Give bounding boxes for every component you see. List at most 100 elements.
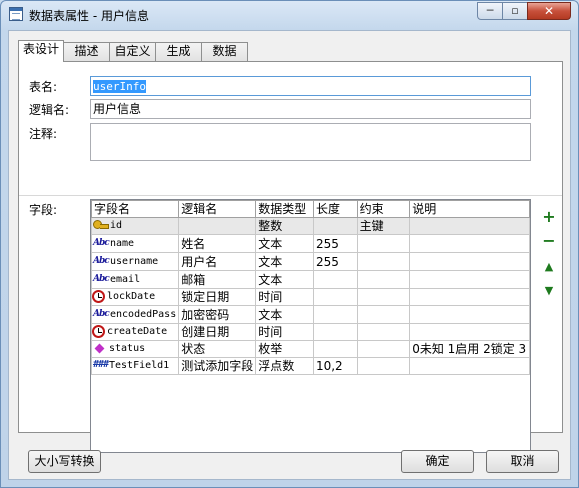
- table-row[interactable]: AbcencodedPass 加密密码 文本: [91, 305, 530, 324]
- table-row[interactable]: ###TestField1 测试添加字段 浮点数 10,2: [91, 357, 530, 375]
- description-cell[interactable]: [409, 323, 530, 341]
- constraint-cell[interactable]: [356, 340, 411, 358]
- data-type-cell[interactable]: 文本: [255, 252, 314, 271]
- logical-name-cell[interactable]: [178, 217, 257, 235]
- length-cell[interactable]: [312, 305, 358, 324]
- ok-button[interactable]: 确定: [401, 450, 474, 473]
- length-cell[interactable]: [312, 217, 358, 235]
- field-name-text: status: [109, 343, 146, 354]
- description-cell[interactable]: 0未知 1启用 2锁定 3: [409, 340, 530, 358]
- tab-table-design[interactable]: 表设计: [18, 40, 64, 62]
- field-name-text: email: [110, 274, 141, 285]
- fields-table: 字段名 逻辑名 数据类型 长度 约束 说明 id 整数 主键 Abcname 姓…: [91, 200, 530, 375]
- length-cell[interactable]: [312, 270, 358, 289]
- description-cell[interactable]: [409, 252, 530, 271]
- logical-name-input[interactable]: 用户信息: [90, 99, 531, 119]
- key-icon: [93, 219, 109, 231]
- logical-name-cell[interactable]: 姓名: [178, 234, 257, 253]
- tab-data[interactable]: 数据: [201, 42, 248, 61]
- move-down-button[interactable]: ▼: [542, 284, 556, 298]
- logical-name-cell[interactable]: 邮箱: [178, 270, 257, 289]
- logical-name-cell[interactable]: 加密密码: [178, 305, 257, 324]
- field-name-cell[interactable]: Abcname: [91, 234, 180, 253]
- data-type-cell[interactable]: 文本: [255, 270, 314, 289]
- constraint-cell[interactable]: [356, 288, 411, 306]
- minimize-button[interactable]: ─: [477, 2, 503, 20]
- description-cell[interactable]: [409, 357, 530, 375]
- move-up-button[interactable]: ▲: [542, 260, 556, 274]
- length-cell[interactable]: 10,2: [312, 357, 358, 375]
- description-cell[interactable]: [409, 217, 530, 235]
- data-type-cell[interactable]: 时间: [255, 288, 314, 306]
- constraint-cell[interactable]: [356, 234, 411, 253]
- column-header-data-type[interactable]: 数据类型: [255, 200, 314, 218]
- data-type-cell[interactable]: 文本: [255, 234, 314, 253]
- tab-generate[interactable]: 生成: [155, 42, 202, 61]
- data-type-cell[interactable]: 文本: [255, 305, 314, 324]
- description-cell[interactable]: [409, 288, 530, 306]
- data-type-cell[interactable]: 时间: [255, 323, 314, 341]
- window-title: 数据表属性 - 用户信息: [29, 9, 149, 23]
- field-name-cell[interactable]: AbcencodedPass: [91, 305, 180, 324]
- fields-grid[interactable]: 字段名 逻辑名 数据类型 长度 约束 说明 id 整数 主键 Abcname 姓…: [90, 199, 531, 453]
- constraint-cell[interactable]: [356, 305, 411, 324]
- remove-field-button[interactable]: −: [542, 233, 556, 249]
- column-header-logical-name[interactable]: 逻辑名: [178, 200, 257, 218]
- length-cell[interactable]: 255: [312, 252, 358, 271]
- table-row[interactable]: Abcusername 用户名 文本 255: [91, 252, 530, 271]
- field-name-text: name: [110, 238, 135, 249]
- field-name-cell[interactable]: status: [91, 340, 180, 358]
- description-cell[interactable]: [409, 305, 530, 324]
- description-cell[interactable]: [409, 234, 530, 253]
- logical-name-cell[interactable]: 测试添加字段: [178, 357, 257, 375]
- constraint-cell[interactable]: [356, 270, 411, 289]
- logical-name-cell[interactable]: 锁定日期: [178, 288, 257, 306]
- length-cell[interactable]: 255: [312, 234, 358, 253]
- case-convert-button[interactable]: 大小写转换: [28, 450, 101, 473]
- cancel-button[interactable]: 取消: [486, 450, 559, 473]
- constraint-cell[interactable]: [356, 357, 411, 375]
- data-type-cell[interactable]: 整数: [255, 217, 314, 235]
- column-header-description[interactable]: 说明: [409, 200, 530, 218]
- field-name-text: encodedPass: [110, 309, 177, 320]
- data-type-cell[interactable]: 枚举: [255, 340, 314, 358]
- table-row[interactable]: Abcname 姓名 文本 255: [91, 234, 530, 253]
- table-row[interactable]: status 状态 枚举 0未知 1启用 2锁定 3: [91, 340, 530, 358]
- tab-description[interactable]: 描述: [63, 42, 110, 61]
- table-row[interactable]: Abcemail 邮箱 文本: [91, 270, 530, 289]
- field-name-cell[interactable]: Abcusername: [91, 252, 180, 271]
- table-row[interactable]: createDate 创建日期 时间: [91, 323, 530, 341]
- title-bar[interactable]: 数据表属性 - 用户信息 ─ ▫ ✕: [1, 1, 578, 29]
- constraint-cell[interactable]: 主键: [356, 217, 411, 235]
- maximize-button[interactable]: ▫: [502, 2, 528, 20]
- comment-textarea[interactable]: [90, 123, 531, 161]
- field-name-cell[interactable]: lockDate: [91, 288, 180, 306]
- data-type-cell[interactable]: 浮点数: [255, 357, 314, 375]
- table-row[interactable]: id 整数 主键: [91, 217, 530, 235]
- field-name-cell[interactable]: Abcemail: [91, 270, 180, 289]
- field-name-cell[interactable]: createDate: [91, 323, 180, 341]
- add-field-button[interactable]: +: [542, 209, 556, 225]
- logical-name-cell[interactable]: 创建日期: [178, 323, 257, 341]
- field-name-cell[interactable]: ###TestField1: [91, 357, 180, 375]
- field-name-cell[interactable]: id: [91, 217, 180, 235]
- column-header-constraint[interactable]: 约束: [356, 200, 411, 218]
- constraint-cell[interactable]: [356, 323, 411, 341]
- table-design-panel: 表名: userInfo 逻辑名: 用户信息 注释: 字段: 字段名 逻辑名 数…: [18, 61, 563, 453]
- field-name-text: id: [110, 220, 123, 231]
- tab-custom[interactable]: 自定义: [109, 42, 156, 61]
- close-button[interactable]: ✕: [527, 2, 571, 20]
- logical-name-cell[interactable]: 用户名: [178, 252, 257, 271]
- length-cell[interactable]: [312, 323, 358, 341]
- length-cell[interactable]: [312, 288, 358, 306]
- table-name-input[interactable]: userInfo: [90, 76, 531, 96]
- dialog-client-area: 表设计 描述 自定义 生成 数据 表名: userInfo 逻辑名: 用户信息 …: [8, 30, 571, 480]
- logical-name-cell[interactable]: 状态: [178, 340, 257, 358]
- constraint-cell[interactable]: [356, 252, 411, 271]
- table-row[interactable]: lockDate 锁定日期 时间: [91, 288, 530, 306]
- description-cell[interactable]: [409, 270, 530, 289]
- column-header-field-name[interactable]: 字段名: [91, 200, 180, 218]
- length-cell[interactable]: [312, 340, 358, 358]
- column-header-length[interactable]: 长度: [312, 200, 358, 218]
- grid-header-row: 字段名 逻辑名 数据类型 长度 约束 说明: [91, 200, 530, 218]
